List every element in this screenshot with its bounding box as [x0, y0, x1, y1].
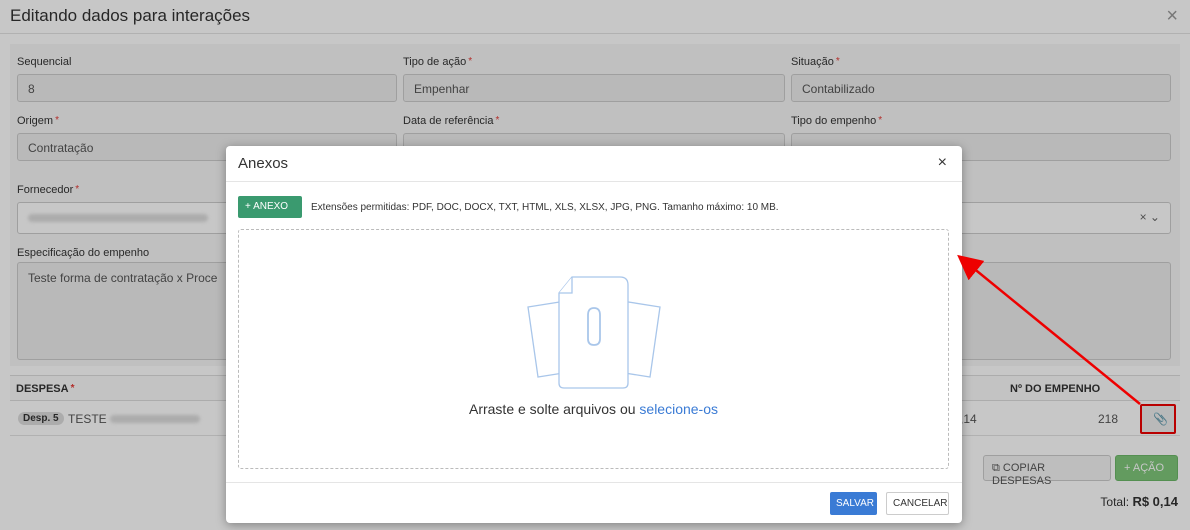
select-files-link[interactable]: selecione-os	[639, 401, 718, 417]
save-button[interactable]: SALVAR	[830, 492, 877, 515]
modal-header: Anexos ×	[226, 146, 962, 182]
modal-close-icon[interactable]: ×	[938, 154, 947, 172]
allowed-extensions-text: Extensões permitidas: PDF, DOC, DOCX, TX…	[311, 202, 779, 213]
cancel-button[interactable]: CANCELAR	[886, 492, 949, 515]
attachments-modal: Anexos × + ANEXO Extensões permitidas: P…	[226, 146, 962, 523]
drop-instructions: Arraste e solte arquivos ou selecione-os	[468, 401, 719, 417]
modal-title: Anexos	[238, 155, 289, 172]
file-paperclip-icon	[527, 276, 661, 389]
file-dropzone[interactable]: Arraste e solte arquivos ou selecione-os	[238, 229, 949, 469]
add-attachment-button[interactable]: + ANEXO	[238, 196, 302, 218]
modal-footer: SALVAR CANCELAR	[226, 482, 962, 523]
